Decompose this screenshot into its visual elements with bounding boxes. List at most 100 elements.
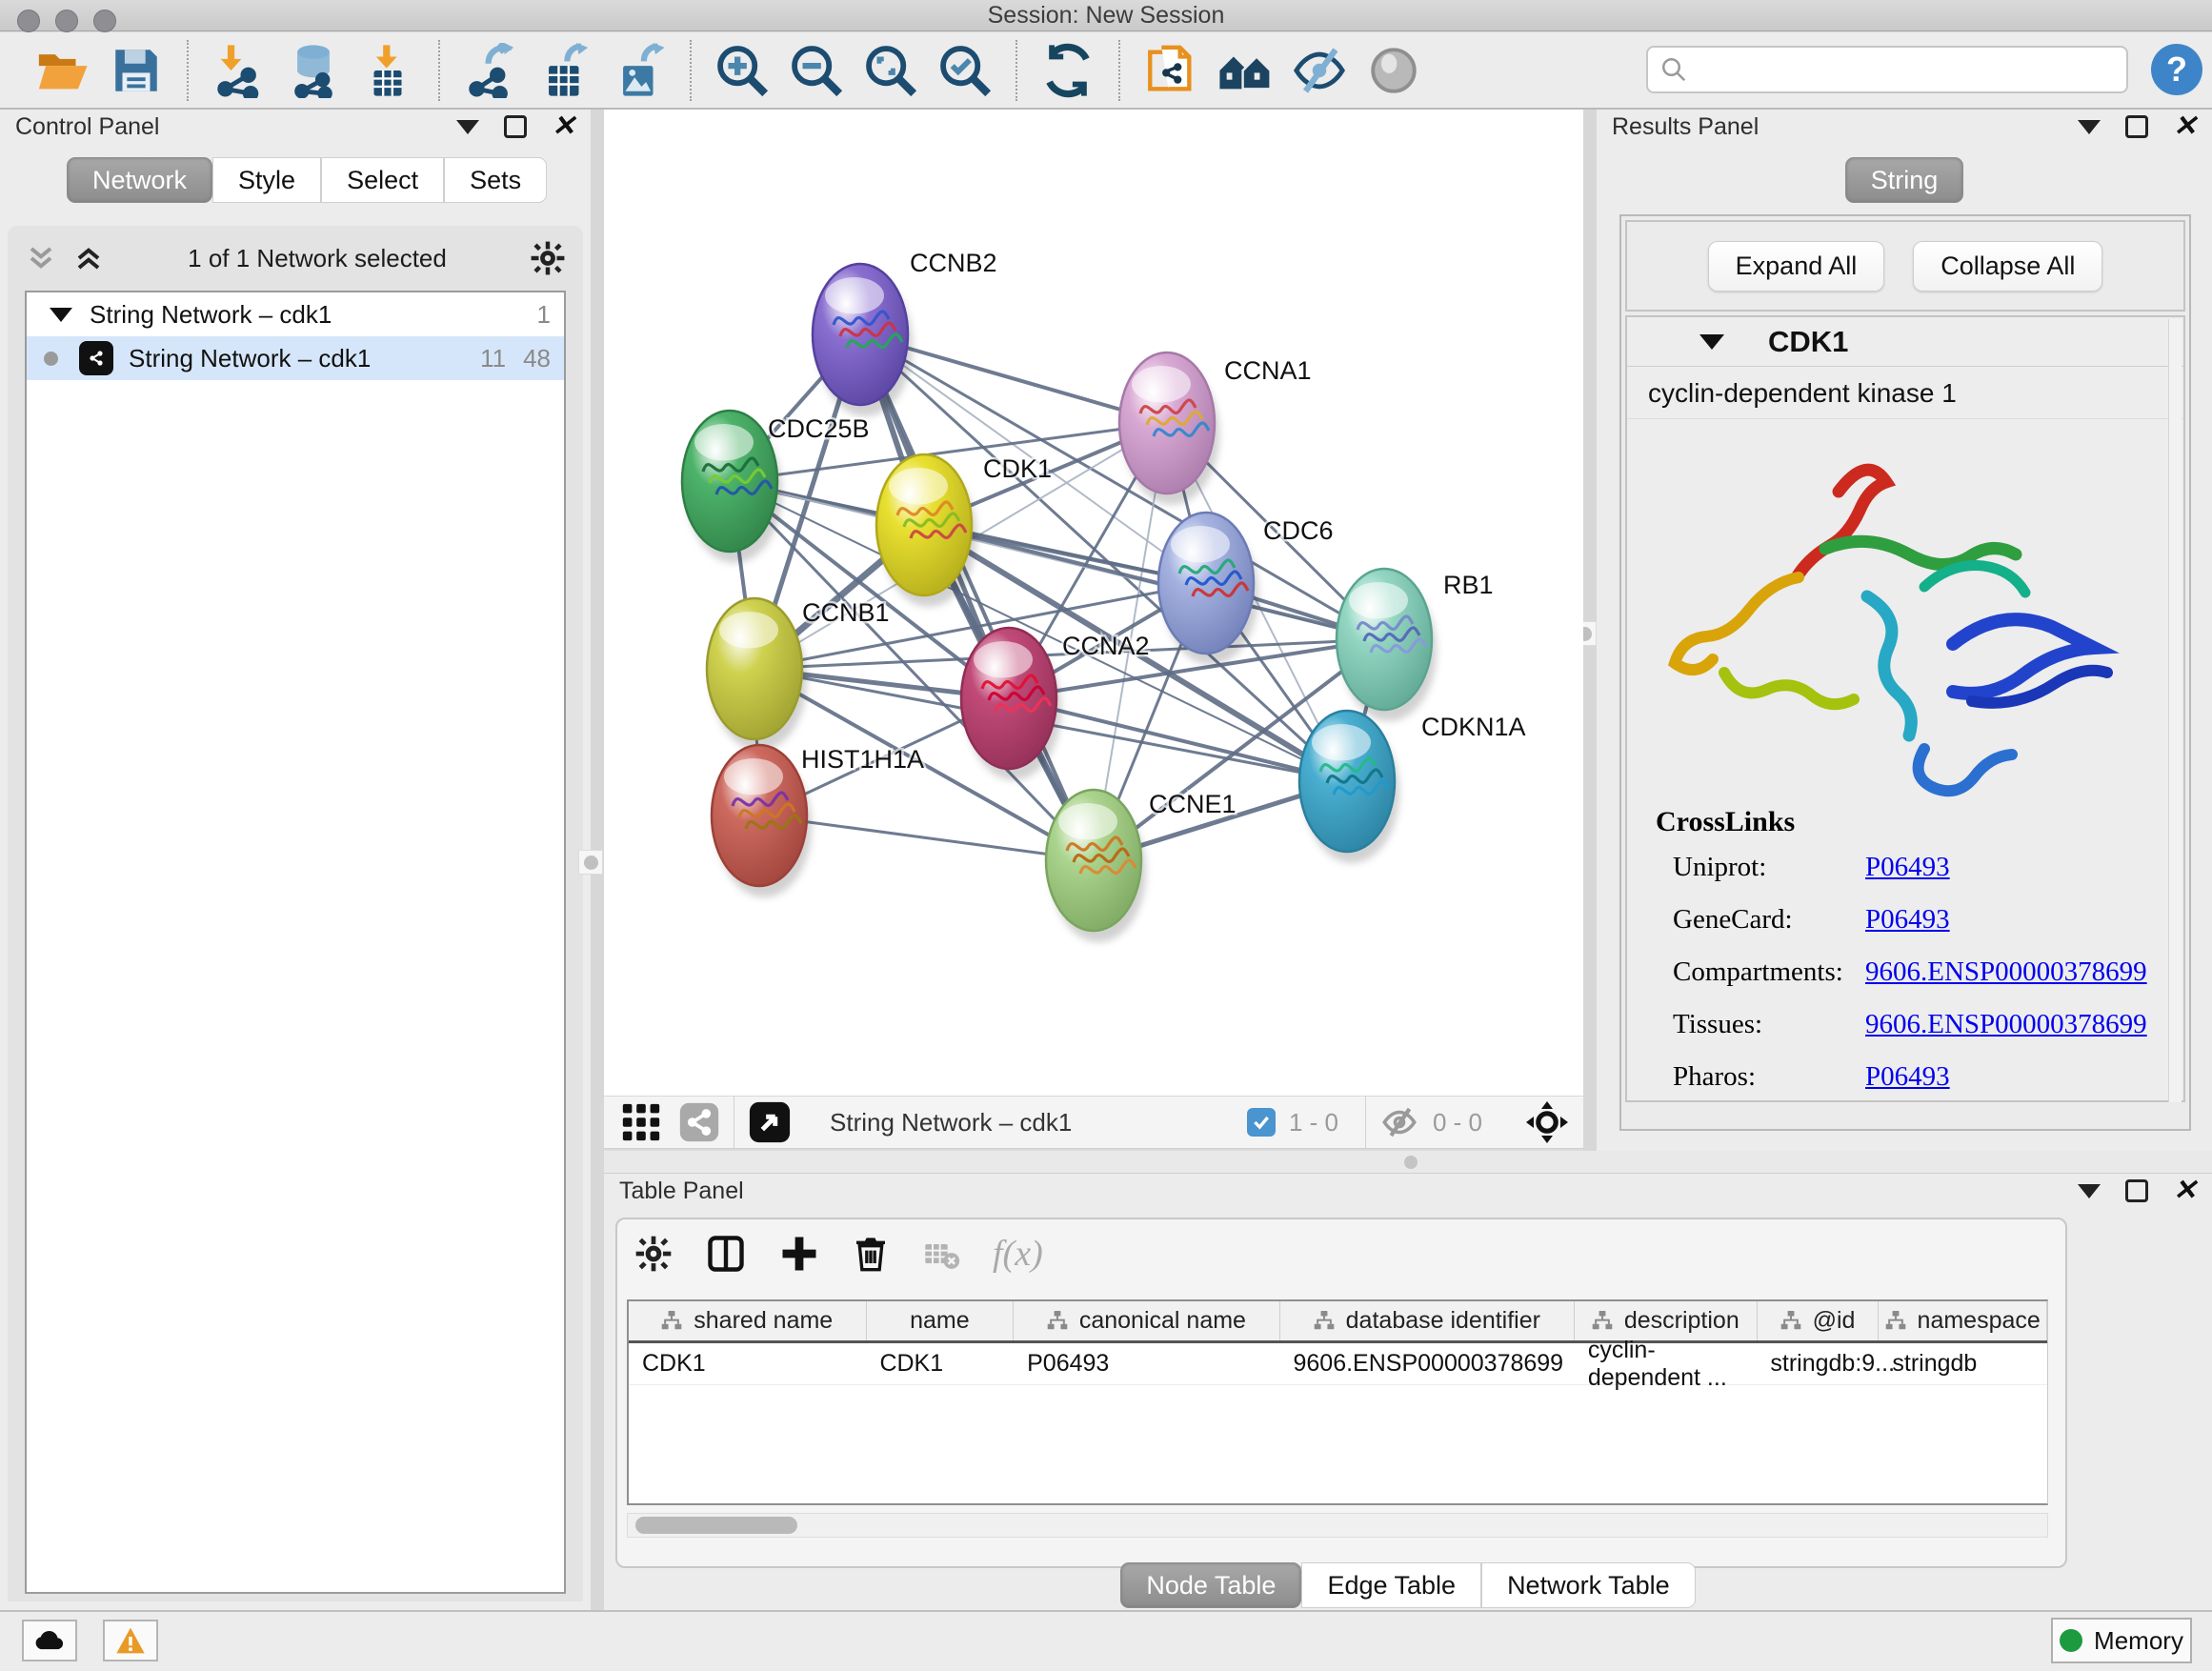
tab-string-results[interactable]: String <box>1845 157 1964 203</box>
table-horizontal-scrollbar[interactable] <box>627 1513 2048 1538</box>
close-panel-icon[interactable]: ✕ <box>552 115 575 138</box>
node-CCNB2[interactable]: CCNB2 <box>813 249 997 416</box>
node-table[interactable]: shared namenamecanonical namedatabase id… <box>627 1299 2048 1505</box>
node-CDC25B[interactable]: CDC25B <box>682 411 870 563</box>
node-HIST1H1A[interactable]: HIST1H1A <box>712 745 924 897</box>
table-cell[interactable]: CDK1 <box>866 1343 1014 1384</box>
zoom-window-button[interactable] <box>93 10 116 32</box>
home-networks-icon[interactable] <box>1216 41 1275 100</box>
import-network-icon[interactable] <box>210 41 269 100</box>
column-header-name[interactable]: name <box>867 1301 1015 1340</box>
memory-button[interactable]: Memory <box>2051 1618 2192 1663</box>
zoom-out-icon[interactable] <box>787 41 846 100</box>
table-cell[interactable]: stringdb:9... <box>1757 1343 1879 1384</box>
close-window-button[interactable] <box>17 10 40 32</box>
tab-node-table[interactable]: Node Table <box>1120 1562 1301 1608</box>
column-header-namespace[interactable]: namespace <box>1879 1301 2047 1340</box>
column-header-shared-name[interactable]: shared name <box>629 1301 867 1340</box>
network-collection-row[interactable]: String Network – cdk1 1 <box>27 292 564 336</box>
crosslink-link[interactable]: P06493 <box>1865 1061 1950 1093</box>
show-columns-icon[interactable] <box>705 1233 747 1275</box>
crosslink-link[interactable]: P06493 <box>1865 852 1950 883</box>
share-view-icon[interactable] <box>678 1101 720 1143</box>
network-row[interactable]: String Network – cdk1 11 48 <box>27 336 564 380</box>
column-header--id[interactable]: @id <box>1758 1301 1880 1340</box>
crosslink-link[interactable]: P06493 <box>1865 904 1950 936</box>
cloud-status-button[interactable] <box>22 1620 77 1661</box>
search-input[interactable] <box>1688 56 2107 83</box>
import-database-icon[interactable] <box>284 41 343 100</box>
tab-network-table[interactable]: Network Table <box>1481 1562 1696 1608</box>
close-panel-icon[interactable]: ✕ <box>2173 1179 2197 1202</box>
column-header-description[interactable]: description <box>1575 1301 1758 1340</box>
export-table-icon[interactable] <box>535 41 594 100</box>
horizontal-splitter[interactable] <box>604 1151 2212 1174</box>
collapse-all-button[interactable]: Collapse All <box>1913 241 2102 292</box>
tab-select[interactable]: Select <box>321 157 444 203</box>
table-cell[interactable]: cyclin-dependent ... <box>1575 1343 1758 1384</box>
gene-expander-icon[interactable] <box>1699 334 1724 350</box>
node-CCNA1[interactable]: CCNA1 <box>1119 352 1312 505</box>
warnings-button[interactable] <box>103 1620 158 1661</box>
crosslink-link[interactable]: 9606.ENSP00000378699 <box>1865 956 2147 988</box>
save-session-icon[interactable] <box>107 41 166 100</box>
minimize-window-button[interactable] <box>55 10 78 32</box>
hide-details-icon[interactable] <box>1290 41 1349 100</box>
grid-view-icon[interactable] <box>619 1100 663 1144</box>
selected-checkbox-icon[interactable] <box>1247 1108 1276 1137</box>
expand-all-button[interactable]: Expand All <box>1708 241 1885 292</box>
left-splitter-handle[interactable] <box>578 850 603 875</box>
minimize-panel-icon[interactable] <box>2078 1184 2101 1198</box>
search-field[interactable] <box>1646 46 2128 93</box>
zoom-selected-icon[interactable] <box>935 41 995 100</box>
float-panel-icon[interactable] <box>2125 115 2148 138</box>
node-RB1[interactable]: RB1 <box>1337 569 1494 721</box>
tab-edge-table[interactable]: Edge Table <box>1301 1562 1481 1608</box>
open-session-icon[interactable] <box>32 41 91 100</box>
column-header-canonical-name[interactable]: canonical name <box>1014 1301 1279 1340</box>
zoom-fit-icon[interactable] <box>861 41 920 100</box>
share-document-icon[interactable] <box>1141 41 1200 100</box>
gene-section-header[interactable]: CDK1 <box>1627 317 2183 367</box>
help-icon[interactable]: ? <box>2151 44 2202 95</box>
refresh-icon[interactable] <box>1038 41 1097 100</box>
network-canvas[interactable]: CCNB2CCNA1CDC25BCDK1CDC6RB1CCNB1CCNA2CDK… <box>604 110 1583 1096</box>
export-image-icon[interactable] <box>610 41 669 100</box>
float-panel-icon[interactable] <box>504 115 527 138</box>
results-scrollbar[interactable] <box>2168 319 2182 1102</box>
network-graph[interactable]: CCNB2CCNA1CDC25BCDK1CDC6RB1CCNB1CCNA2CDK… <box>604 110 1583 1096</box>
open-in-window-icon[interactable] <box>748 1100 792 1144</box>
create-column-icon[interactable] <box>779 1234 819 1274</box>
edge-CCNB2-CCNE1[interactable] <box>860 334 1094 860</box>
tab-sets[interactable]: Sets <box>444 157 547 203</box>
node-CDKN1A[interactable]: CDKN1A <box>1299 711 1526 863</box>
float-panel-icon[interactable] <box>2125 1179 2148 1202</box>
table-options-gear-icon[interactable] <box>634 1235 673 1273</box>
close-panel-icon[interactable]: ✕ <box>2173 115 2197 138</box>
network-options-gear-icon[interactable] <box>530 240 566 276</box>
import-table-icon[interactable] <box>358 41 417 100</box>
delete-table-icon[interactable] <box>922 1235 960 1273</box>
crosslink-link[interactable]: 9606.ENSP00000378699 <box>1865 1009 2147 1040</box>
node-CCNE1[interactable]: CCNE1 <box>1046 790 1237 942</box>
hidden-eye-icon[interactable] <box>1379 1102 1419 1142</box>
zoom-in-icon[interactable] <box>713 41 772 100</box>
table-cell[interactable]: stringdb <box>1879 1343 2047 1384</box>
table-cell[interactable]: CDK1 <box>629 1343 866 1384</box>
node-CCNA2[interactable]: CCNA2 <box>961 628 1150 780</box>
expand-all-icon[interactable] <box>72 244 105 272</box>
table-cell[interactable]: P06493 <box>1014 1343 1279 1384</box>
table-cell[interactable]: 9606.ENSP00000378699 <box>1280 1343 1575 1384</box>
delete-column-icon[interactable] <box>852 1235 890 1273</box>
export-network-icon[interactable] <box>461 41 520 100</box>
birdseye-navigator-icon[interactable] <box>1524 1099 1570 1145</box>
collection-expander-icon[interactable] <box>50 308 72 322</box>
column-header-database-identifier[interactable]: database identifier <box>1280 1301 1575 1340</box>
minimize-panel-icon[interactable] <box>456 120 479 134</box>
table-row[interactable]: CDK1CDK1P064939606.ENSP00000378699cyclin… <box>629 1343 2047 1385</box>
collapse-all-icon[interactable] <box>25 244 57 272</box>
tab-network[interactable]: Network <box>67 157 212 203</box>
minimize-panel-icon[interactable] <box>2078 120 2101 134</box>
tab-style[interactable]: Style <box>212 157 321 203</box>
show-details-icon[interactable] <box>1364 41 1423 100</box>
